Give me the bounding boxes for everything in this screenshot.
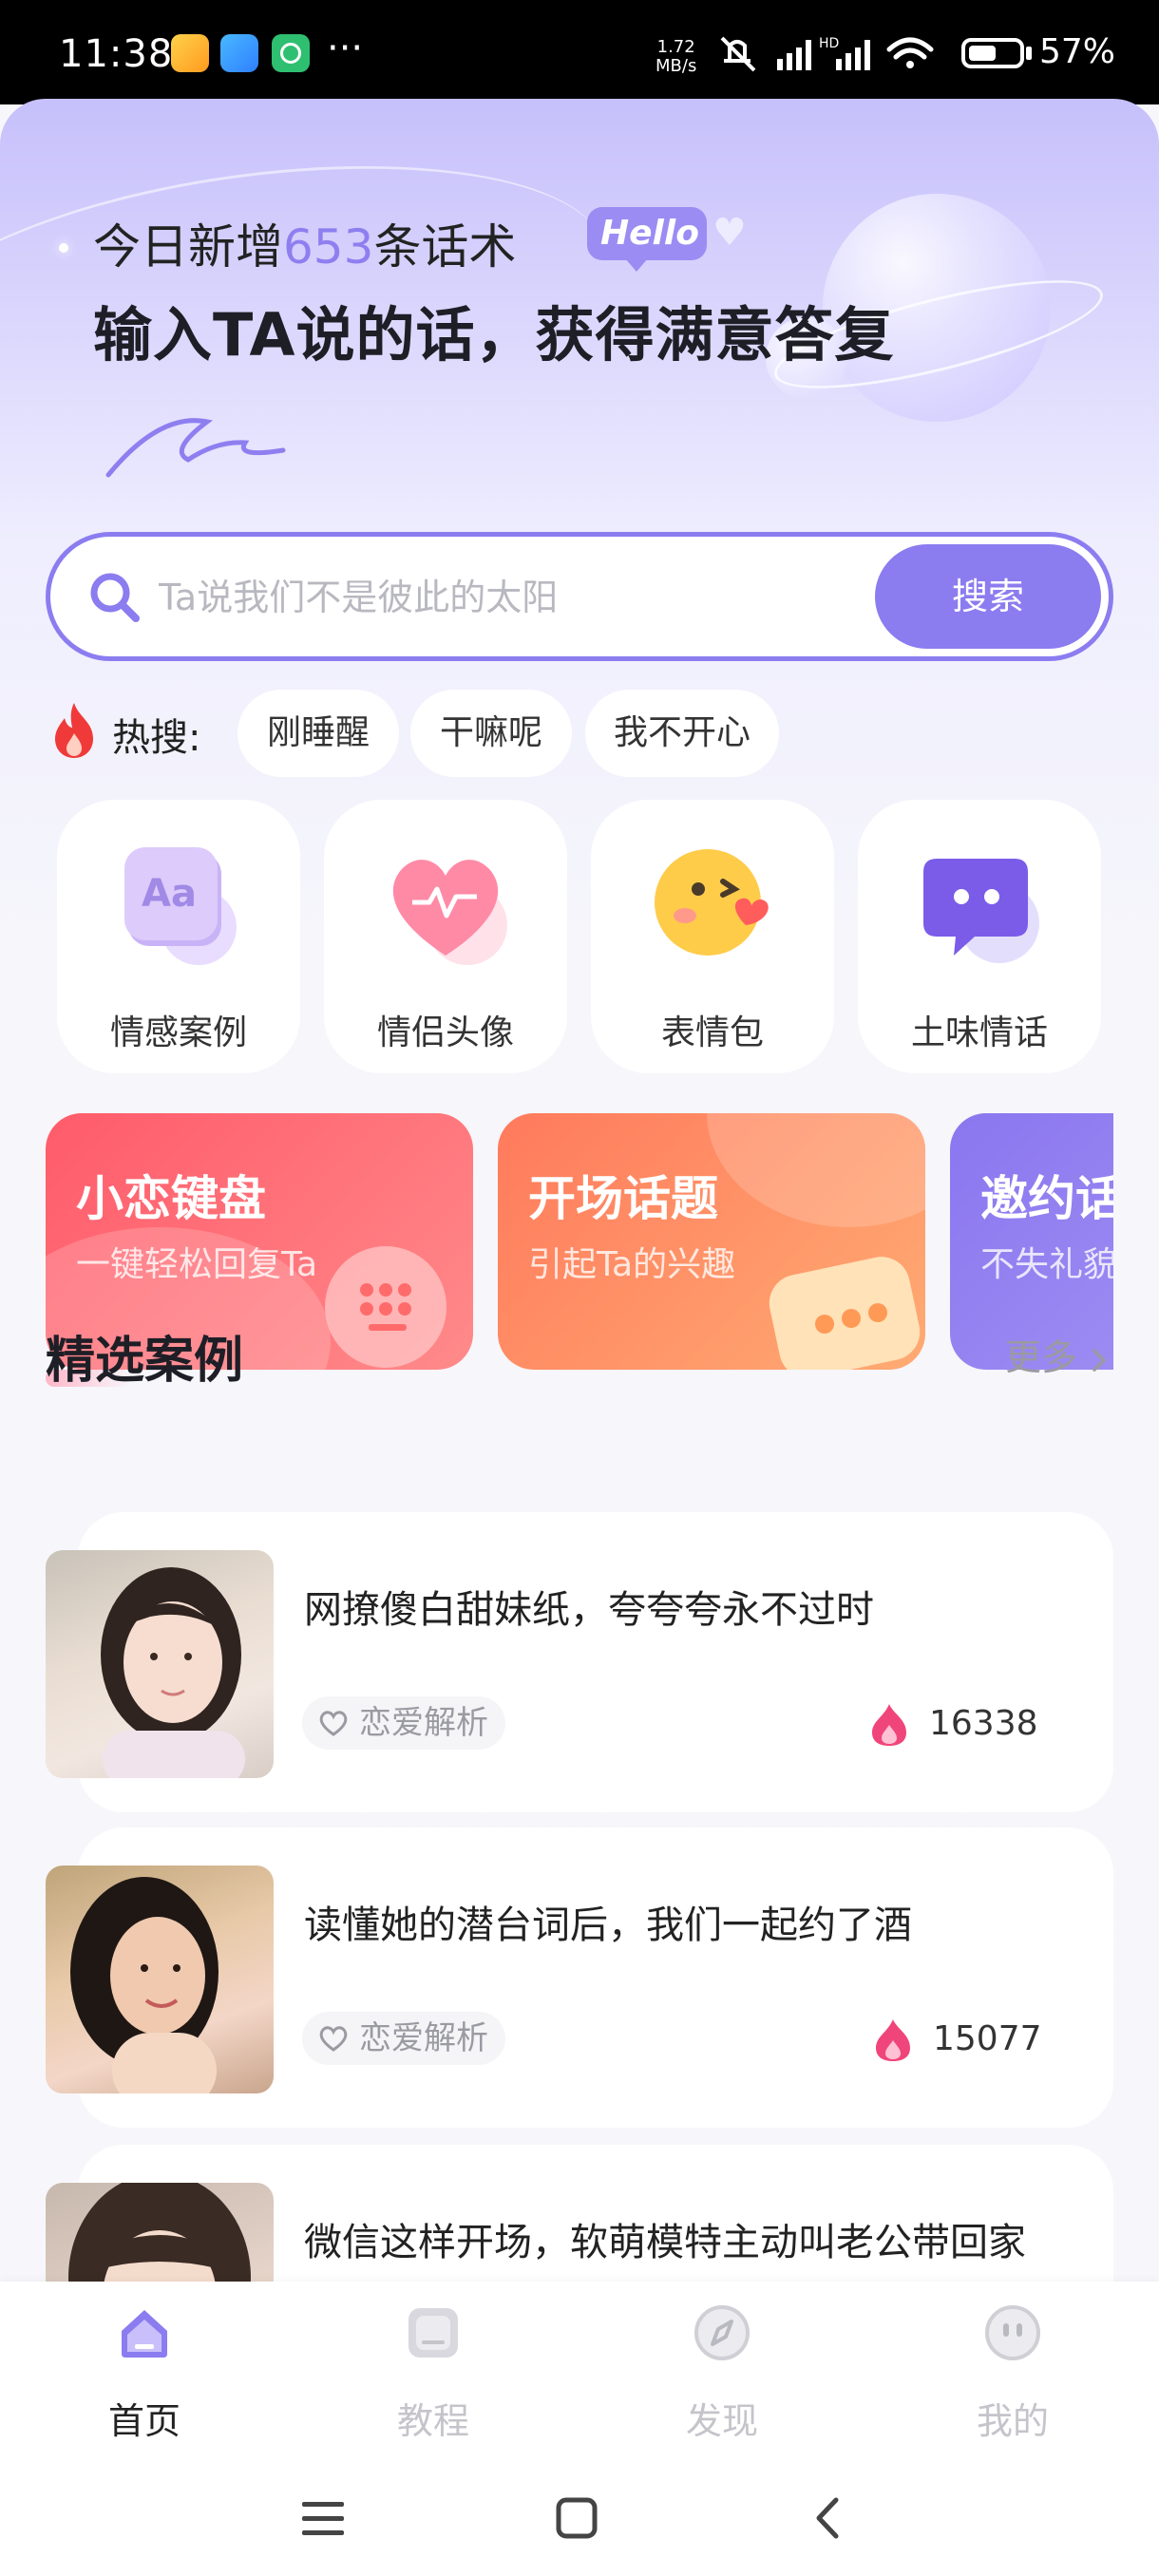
decorative-heart-icon: ♥	[712, 211, 747, 255]
banner-title: 开场话题	[528, 1171, 718, 1226]
nav-label: 发现	[685, 2400, 758, 2442]
bottom-navigation: 首页 教程 发现 我的	[0, 2282, 1159, 2576]
signal-wifi-icons: HD	[720, 36, 934, 72]
banner-title: 小恋键盘	[76, 1171, 266, 1226]
portrait-image	[101, 1567, 245, 1778]
hot-search-label: 热搜:	[112, 716, 201, 760]
portrait-image	[70, 1877, 218, 2093]
banner-subtitle: 一键轻松回复Ta	[76, 1245, 318, 1284]
category-label: 土味情话	[910, 1013, 1048, 1052]
category-cheesy-lines[interactable]: 土味情话	[858, 800, 1101, 1073]
case-title: 读懂她的潜台词后，我们一起约了酒	[304, 1904, 912, 1947]
text-card-icon: Aa	[124, 847, 237, 965]
more-notifications-icon: ···	[327, 27, 364, 70]
search-icon	[90, 573, 140, 622]
hero-suffix: 条话术	[373, 219, 517, 275]
case-thumbnail[interactable]	[46, 1550, 274, 1778]
mute-icon	[720, 36, 756, 72]
category-stickers[interactable]: 表情包	[591, 800, 834, 1073]
hello-badge: Hello	[587, 207, 707, 272]
featured-section-title: 精选案例	[46, 1333, 244, 1390]
nav-label: 首页	[107, 2400, 180, 2442]
hero-new-count: 653	[283, 219, 374, 275]
emoji-icon	[655, 849, 769, 956]
nav-tab-home[interactable]: 首页	[49, 2301, 239, 2453]
status-time: 11:38	[59, 32, 174, 76]
case-view-count: 15077	[933, 2019, 1042, 2058]
banner-subtitle: 不失礼貌	[980, 1245, 1113, 1284]
main-content: ♥ 今日新增653条话术 Hello 输入TA说的话，获得满意答复 搜索 热搜:…	[0, 99, 1159, 2576]
status-bar: 11:38 ··· 1.72 MB/s HD 57%	[0, 0, 1159, 104]
search-input[interactable]	[157, 565, 902, 630]
banner-subtitle: 引起Ta的兴趣	[528, 1245, 736, 1284]
banner-title: 邀约话术	[980, 1171, 1113, 1226]
battery-fill	[969, 46, 996, 61]
compass-icon	[694, 2305, 750, 2360]
keyboard-icon	[325, 1246, 446, 1368]
featured-more-link[interactable]: 更多	[1005, 1328, 1110, 1380]
case-view-count: 16338	[929, 1704, 1038, 1743]
fire-icon	[55, 703, 93, 758]
chat-bubble-icon	[923, 859, 1039, 963]
hero-headline: 今日新增653条话术	[93, 209, 516, 277]
search-button[interactable]: 搜索	[875, 544, 1101, 649]
case-tag-label: 恋爱解析	[359, 1704, 488, 1742]
nav-label: 我的	[976, 2400, 1049, 2442]
case-tag: 恋爱解析	[302, 2012, 505, 2065]
nav-label: 教程	[396, 2400, 469, 2442]
nav-tab-tutorial[interactable]: 教程	[338, 2301, 528, 2453]
flame-icon	[872, 1704, 906, 1746]
browser-app-icon	[220, 34, 258, 72]
heart-outline-icon	[319, 2026, 348, 2052]
heart-icon	[392, 860, 507, 965]
search-bar: 搜索	[46, 532, 1113, 661]
notes-app-icon	[171, 34, 209, 72]
category-label: 表情包	[660, 1013, 764, 1052]
case-tag: 恋爱解析	[302, 1696, 505, 1750]
case-title: 微信这样开场，软萌模特主动叫老公带回家	[304, 2221, 1026, 2264]
category-couple-avatars[interactable]: 情侣头像	[324, 800, 567, 1073]
hot-chip-2[interactable]: 干嘛呢	[410, 690, 572, 777]
home-button-icon[interactable]	[555, 2496, 598, 2540]
network-speed-value: 1.72	[656, 37, 695, 57]
back-icon[interactable]	[809, 2494, 847, 2542]
decorative-star	[59, 243, 68, 253]
more-label: 更多	[1005, 1336, 1078, 1378]
battery-percent: 57%	[1039, 32, 1116, 71]
home-icon	[122, 2310, 167, 2358]
menu-icon[interactable]	[300, 2498, 348, 2540]
battery-icon	[961, 38, 1024, 68]
category-label: 情感案例	[109, 1013, 247, 1052]
case-title: 网撩傻白甜妹纸，夸夸夸永不过时	[304, 1588, 874, 1632]
heart-outline-icon	[319, 1711, 348, 1736]
category-emotion-cases[interactable]: Aa 情感案例	[57, 800, 300, 1073]
hero-prefix: 今日新增	[93, 219, 283, 275]
network-speed-unit: MB/s	[656, 56, 697, 76]
profile-face-icon	[985, 2305, 1040, 2360]
wechat-app-icon	[272, 34, 310, 72]
decorative-scribble	[105, 418, 286, 478]
flame-icon	[876, 2019, 910, 2061]
wifi-icon	[886, 37, 934, 68]
case-tag-label: 恋爱解析	[359, 2019, 488, 2057]
tutorial-icon	[408, 2308, 458, 2358]
banner-opening-topics[interactable]: 开场话题 引起Ta的兴趣	[498, 1113, 925, 1370]
hero-subheadline: 输入TA说的话，获得满意答复	[93, 300, 895, 369]
case-thumbnail[interactable]	[46, 1866, 274, 2093]
hot-chip-3[interactable]: 我不开心	[585, 690, 779, 777]
nav-tab-profile[interactable]: 我的	[918, 2301, 1108, 2453]
chevron-right-icon	[1092, 1348, 1107, 1372]
hot-chip-1[interactable]: 刚睡醒	[238, 690, 399, 777]
svg-text:HD: HD	[819, 36, 839, 51]
category-label: 情侣头像	[376, 1013, 514, 1052]
nav-tab-discover[interactable]: 发现	[627, 2301, 817, 2453]
battery-nub	[1026, 47, 1032, 60]
chat-dots-icon	[769, 1257, 921, 1370]
signal-hd-icon: HD	[819, 36, 870, 70]
signal-icon	[777, 40, 811, 70]
svg-text:Aa: Aa	[142, 872, 197, 916]
network-speed: 1.72 MB/s	[656, 38, 696, 76]
